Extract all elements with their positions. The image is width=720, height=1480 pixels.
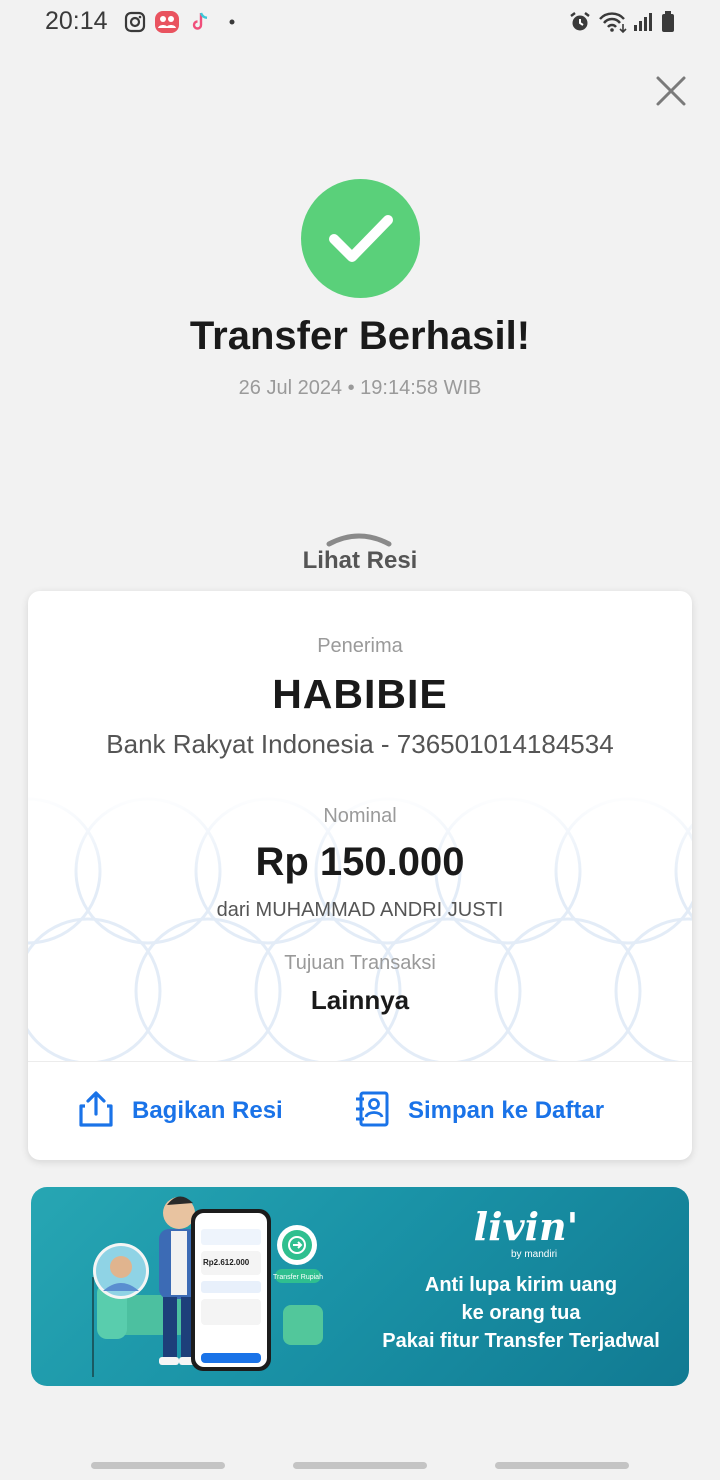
promo-text: Anti lupa kirim uang ke orang tua Pakai … xyxy=(351,1271,689,1355)
dot-icon xyxy=(226,10,250,34)
nav-back-button[interactable] xyxy=(495,1462,629,1469)
battery-icon xyxy=(660,10,684,34)
signal-icon xyxy=(632,10,656,34)
promo-phone-button-text: Transfer Rupiah xyxy=(273,1274,323,1281)
close-icon xyxy=(652,76,690,114)
amount-caption: Nominal xyxy=(323,805,397,827)
success-title: Transfer Berhasil! xyxy=(189,314,531,358)
share-receipt-button[interactable]: Bagikan Resi xyxy=(78,1086,283,1136)
recipient-bank-account: Bank Rakyat Indonesia - 736501014184534 xyxy=(106,729,614,759)
close-button[interactable] xyxy=(652,72,690,110)
expand-receipt-handle[interactable] xyxy=(326,530,392,548)
wifi-icon xyxy=(598,10,627,34)
livin-logo-sub: by mandiri xyxy=(511,1249,558,1260)
purpose-caption: Tujuan Transaksi xyxy=(284,952,436,974)
save-to-list-button[interactable]: Simpan ke Daftar xyxy=(354,1086,604,1136)
alarm-icon xyxy=(568,10,592,34)
view-receipt-label[interactable]: Lihat Resi xyxy=(0,547,720,575)
nav-recents-button[interactable] xyxy=(91,1462,225,1469)
purpose-value: Lainnya xyxy=(310,985,410,1015)
status-bar: 20:14 xyxy=(0,0,720,44)
promo-banner[interactable]: Transfer Rupiah Rp2.612.000 livin' by ma… xyxy=(31,1187,689,1386)
receipt-card: Penerima HABIBIE Bank Rakyat Indonesia -… xyxy=(28,591,692,1160)
navigation-bar xyxy=(0,1452,720,1480)
promo-line-3: Pakai fitur Transfer Terjadwal xyxy=(382,1330,660,1352)
add-contact-icon xyxy=(354,1090,390,1133)
share-receipt-label: Bagikan Resi xyxy=(132,1097,283,1124)
transaction-datetime: 26 Jul 2024 • 19:14:58 WIB xyxy=(238,377,482,399)
sender-name: dari MUHAMMAD ANDRI JUSTI xyxy=(216,899,504,921)
tiktok-icon xyxy=(188,10,212,34)
nav-home-button[interactable] xyxy=(293,1462,427,1469)
save-to-list-label: Simpan ke Daftar xyxy=(408,1097,605,1124)
status-time: 20:14 xyxy=(45,7,108,35)
recipient-caption: Penerima xyxy=(317,635,403,657)
promo-phone-amount: Rp2.612.000 xyxy=(203,1258,250,1267)
card-divider xyxy=(28,1061,692,1062)
livin-logo: livin' xyxy=(473,1204,579,1249)
amount-value: Rp 150.000 xyxy=(255,840,465,884)
promo-line-2: ke orang tua xyxy=(461,1302,581,1324)
promo-illustration: Transfer Rupiah Rp2.612.000 xyxy=(92,1196,323,1377)
group-app-icon xyxy=(154,10,179,34)
share-icon xyxy=(78,1090,114,1133)
card-background-pattern xyxy=(28,791,692,1061)
recipient-name: HABIBIE xyxy=(272,671,448,717)
success-check-icon xyxy=(301,179,420,298)
instagram-icon xyxy=(123,10,147,34)
promo-line-1: Anti lupa kirim uang xyxy=(424,1274,618,1296)
